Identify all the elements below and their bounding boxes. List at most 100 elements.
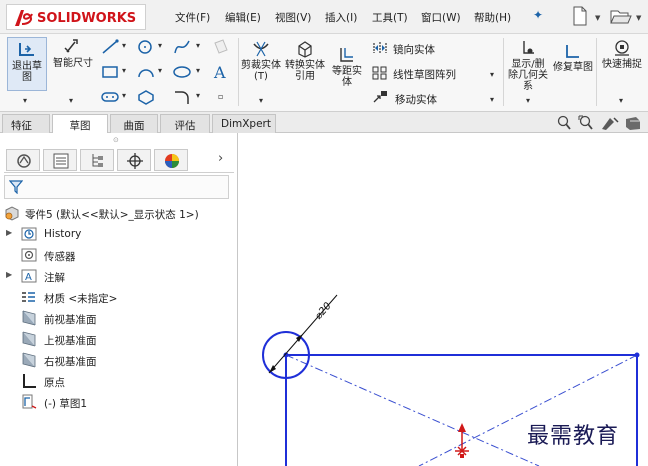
tree-item-annotations[interactable]: ▶ A 注解: [6, 268, 206, 286]
repair-sketch-button[interactable]: 修复草图: [553, 42, 593, 73]
dimxpertmanager-tab[interactable]: [117, 149, 151, 171]
line-icon[interactable]: [100, 39, 120, 55]
menu-insert[interactable]: 插入(I): [325, 10, 357, 25]
displaymanager-tab[interactable]: [154, 149, 188, 171]
move-entities-label[interactable]: 移动实体: [395, 92, 437, 107]
solidworks-logo[interactable]: SOLIDWORKS: [6, 4, 146, 30]
trim-entities-button[interactable]: 剪裁实体(T): [241, 40, 281, 82]
convert-entities-button[interactable]: 转换实体引用: [284, 40, 326, 82]
featuremanager-tab[interactable]: [6, 149, 40, 171]
new-dropdown-icon[interactable]: ▼: [595, 14, 600, 22]
graphics-area[interactable]: ⌀20: [239, 133, 648, 466]
open-document-icon[interactable]: [610, 6, 632, 26]
exit-sketch-button[interactable]: 退出草图: [7, 37, 47, 91]
open-dropdown-icon[interactable]: ▼: [636, 14, 641, 22]
linear-pattern-dropdown-icon[interactable]: ▾: [490, 70, 494, 79]
trim-dropdown-icon[interactable]: ▾: [259, 96, 263, 105]
sketch-point[interactable]: [634, 352, 640, 358]
convert-entities-icon: [298, 41, 312, 58]
sensors-folder-icon: [21, 248, 37, 262]
smart-dimension-label: 智能尺寸: [53, 58, 93, 69]
tree-item-sketch1[interactable]: (-) 草图1: [6, 394, 206, 412]
fillet-dropdown-icon[interactable]: ▾: [196, 91, 200, 100]
tree-item-top-plane[interactable]: 上视基准面: [6, 331, 206, 349]
panel-grip-icon[interactable]: ⊙: [113, 136, 119, 144]
expand-chevron-icon[interactable]: ▶: [6, 270, 12, 279]
circle-dropdown-icon[interactable]: ▾: [158, 41, 162, 50]
propertymanager-icon: [53, 153, 69, 169]
line-dropdown-icon[interactable]: ▾: [122, 41, 126, 50]
ellipse-icon[interactable]: [172, 64, 192, 80]
linear-pattern-icon[interactable]: [372, 66, 388, 80]
quick-snaps-dropdown-icon[interactable]: ▾: [619, 96, 623, 105]
offset-entities-button[interactable]: 等距实体: [328, 46, 366, 88]
zoom-to-area-icon[interactable]: [578, 115, 593, 130]
expand-chevron-icon[interactable]: ▶: [6, 228, 12, 237]
zoom-to-fit-icon[interactable]: [557, 115, 571, 130]
exit-sketch-dropdown-icon[interactable]: ▾: [23, 96, 27, 105]
menu-view[interactable]: 视图(V): [275, 10, 311, 25]
tree-root-part[interactable]: 零件5 (默认<<默认>_显示状态 1>): [3, 205, 237, 223]
spline-icon[interactable]: [172, 39, 192, 55]
pin-icon[interactable]: ✦: [533, 8, 543, 22]
tree-item-sensors[interactable]: 传感器: [6, 247, 206, 265]
new-document-icon[interactable]: [572, 6, 588, 26]
previous-view-icon[interactable]: [602, 117, 619, 130]
configurationmanager-tab[interactable]: [80, 149, 114, 171]
quick-snaps-button[interactable]: 快速捕捉: [600, 39, 644, 70]
rectangle-dropdown-icon[interactable]: ▾: [122, 66, 126, 75]
command-manager: 退出草图 ▾ 智能尺寸 ▾ ▾ ▾ ▾ ▾ ▾ ▾ A ▾ ▾ ▫ 剪裁实体(T…: [0, 34, 648, 112]
menu-window[interactable]: 窗口(W): [421, 10, 461, 25]
filter-icon: [9, 180, 23, 194]
tree-root-label: 零件5 (默认<<默认>_显示状态 1>): [25, 209, 199, 221]
plane-icon[interactable]: [212, 39, 230, 55]
tree-item-origin[interactable]: 原点: [6, 373, 206, 391]
rectangle-icon[interactable]: [100, 64, 120, 80]
arc-dropdown-icon[interactable]: ▾: [158, 66, 162, 75]
tab-evaluate[interactable]: 评估: [160, 114, 210, 133]
tree-item-material[interactable]: 材质 <未指定>: [6, 289, 206, 307]
tab-dimxpert[interactable]: DimXpert: [212, 114, 276, 133]
polygon-icon[interactable]: [136, 89, 156, 105]
display-delete-relations-button[interactable]: 显示/删除几何关系: [507, 39, 549, 92]
smart-dimension-dropdown-icon[interactable]: ▾: [69, 96, 73, 105]
point-icon[interactable]: ▫: [218, 92, 223, 101]
ellipse-dropdown-icon[interactable]: ▾: [196, 66, 200, 75]
slot-dropdown-icon[interactable]: ▾: [122, 91, 126, 100]
tree-item-history[interactable]: ▶ History: [6, 226, 206, 244]
mirror-entities-label[interactable]: 镜向实体: [393, 42, 435, 57]
section-view-icon[interactable]: [626, 117, 640, 130]
text-icon[interactable]: A: [212, 63, 230, 81]
construction-diagonal[interactable]: [285, 354, 540, 466]
fillet-icon[interactable]: [172, 89, 192, 105]
mirror-icon[interactable]: [372, 41, 388, 55]
repair-sketch-label: 修复草图: [553, 62, 593, 73]
slot-icon[interactable]: [100, 89, 120, 105]
panel-more-chevron-icon[interactable]: ›: [218, 151, 223, 166]
repair-sketch-icon: [566, 45, 579, 58]
move-dropdown-icon[interactable]: ▾: [490, 95, 494, 104]
arc-icon[interactable]: [136, 64, 156, 80]
tab-features[interactable]: 特征: [2, 114, 50, 133]
heads-up-view-toolbar: [557, 115, 640, 130]
history-folder-icon: [21, 227, 37, 241]
toolbar-separator: [503, 38, 504, 106]
spline-dropdown-icon[interactable]: ▾: [196, 41, 200, 50]
move-entities-icon[interactable]: [372, 90, 388, 104]
menu-file[interactable]: 文件(F): [175, 10, 210, 25]
linear-pattern-label[interactable]: 线性草图阵列: [393, 67, 456, 82]
tree-item-front-plane[interactable]: 前视基准面: [6, 310, 206, 328]
trim-icon: [253, 41, 269, 57]
menu-tools[interactable]: 工具(T): [372, 10, 408, 25]
tab-surfaces[interactable]: 曲面: [110, 114, 158, 133]
menu-edit[interactable]: 编辑(E): [225, 10, 261, 25]
propertymanager-tab[interactable]: [43, 149, 77, 171]
filter-bar[interactable]: [4, 175, 229, 199]
tab-sketch[interactable]: 草图: [52, 114, 108, 134]
smart-dimension-button[interactable]: 智能尺寸: [52, 38, 94, 69]
relations-dropdown-icon[interactable]: ▾: [526, 96, 530, 105]
circle-icon[interactable]: [136, 39, 156, 55]
menu-help[interactable]: 帮助(H): [474, 10, 511, 25]
sketch-canvas[interactable]: ⌀20: [239, 133, 648, 466]
tree-item-right-plane[interactable]: 右视基准面: [6, 352, 206, 370]
